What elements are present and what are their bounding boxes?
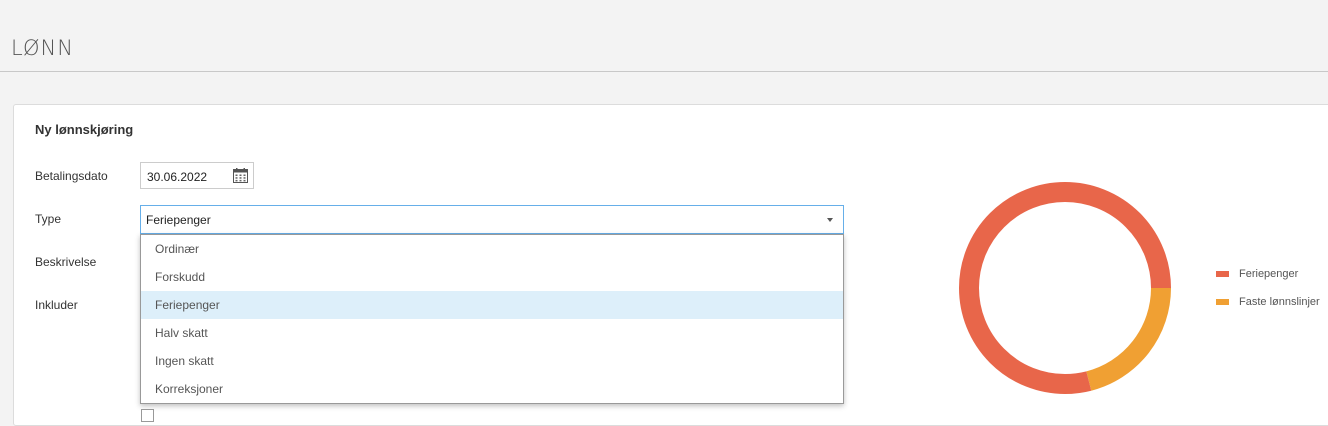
include-label: Inkluder — [35, 298, 78, 312]
new-payroll-panel: Ny lønnskjøring Betalingsdato 30.06.2022… — [13, 104, 1328, 426]
legend-label: Faste lønnslinjer — [1239, 296, 1320, 308]
description-label: Beskrivelse — [35, 255, 97, 269]
type-option[interactable]: Ordinær — [141, 235, 843, 263]
type-option-selected[interactable]: Feriepenger — [141, 291, 843, 319]
legend-swatch — [1216, 299, 1229, 305]
chevron-down-icon[interactable] — [827, 218, 833, 222]
payment-date-input[interactable]: 30.06.2022 — [140, 162, 254, 189]
payment-date-label: Betalingsdato — [35, 169, 108, 183]
type-option[interactable]: Korreksjoner — [141, 375, 843, 403]
type-select-value: Feriepenger — [146, 213, 211, 227]
type-option[interactable]: Halv skatt — [141, 319, 843, 347]
calendar-icon[interactable] — [233, 168, 248, 183]
type-option[interactable]: Ingen skatt — [141, 347, 843, 375]
type-option[interactable]: Forskudd — [141, 263, 843, 291]
legend-label: Feriepenger — [1239, 268, 1299, 280]
panel-title: Ny lønnskjøring — [35, 122, 134, 137]
legend-swatch — [1216, 271, 1229, 277]
page-header: LØNN — [0, 0, 1328, 72]
type-dropdown-menu: Ordinær Forskudd Feriepenger Halv skatt … — [140, 234, 844, 404]
donut-chart — [959, 182, 1171, 394]
type-select[interactable]: Feriepenger — [140, 205, 844, 234]
type-label: Type — [35, 212, 62, 226]
payment-date-value: 30.06.2022 — [147, 170, 208, 184]
page-title: LØNN — [11, 36, 74, 60]
